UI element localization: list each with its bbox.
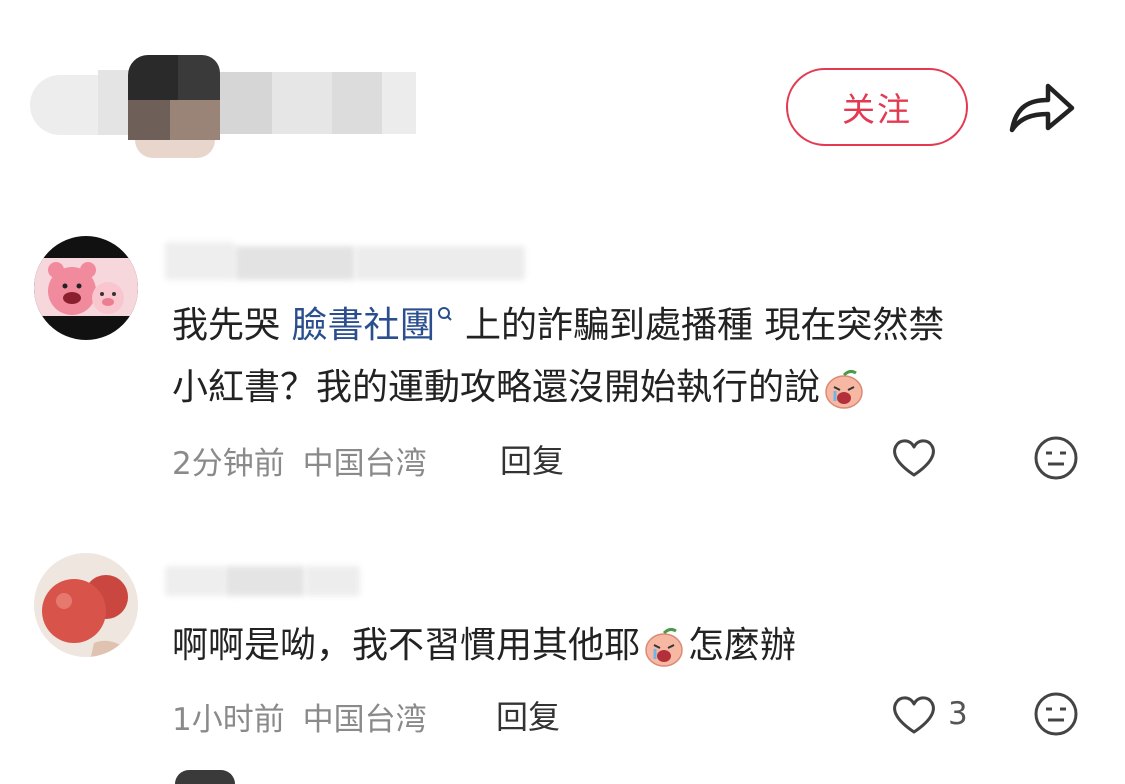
comment-time: 2分钟前 bbox=[172, 446, 285, 482]
comment-text: 小紅書？我的運動攻略還沒開始執行的說 bbox=[172, 367, 821, 408]
reply-button[interactable]: 回复 bbox=[500, 436, 564, 482]
reply-button[interactable]: 回复 bbox=[496, 692, 560, 738]
crying-peach-emoji-icon bbox=[825, 369, 863, 409]
comment-location: 中国台湾 bbox=[302, 446, 427, 482]
comment-time: 1小时前 bbox=[172, 702, 285, 738]
comment-text-line-1: 啊啊是呦，我不習慣用其他耶 怎麼辦 bbox=[172, 624, 796, 669]
comment-text-line-1: 我先哭 臉書社團 上的詐騙到處播種 現在突然禁 bbox=[172, 304, 944, 348]
comment-text: 上的詐騙到處播種 現在突然禁 bbox=[464, 305, 945, 346]
pink-bear-avatar-icon bbox=[34, 258, 138, 316]
heart-icon[interactable] bbox=[890, 435, 938, 479]
heart-icon[interactable] bbox=[890, 692, 938, 736]
comment-avatar[interactable] bbox=[34, 236, 138, 340]
comment-meta: 1小时前 中国台湾 bbox=[172, 694, 427, 739]
next-comment-avatar-partial bbox=[175, 770, 235, 784]
comment-avatar[interactable] bbox=[34, 553, 138, 657]
follow-button[interactable]: 关注 bbox=[786, 68, 968, 146]
emoji-reaction-icon[interactable] bbox=[1032, 434, 1080, 482]
tomato-avatar-icon bbox=[34, 553, 138, 657]
hashtag-link-label: 臉書社團 bbox=[291, 305, 436, 346]
crying-peach-emoji-icon bbox=[645, 627, 683, 667]
comment-text: 我先哭 bbox=[172, 305, 281, 346]
share-arrow-icon[interactable] bbox=[1006, 76, 1076, 136]
search-icon bbox=[438, 307, 453, 321]
comment-meta: 2分钟前 中国台湾 bbox=[172, 438, 427, 483]
comment-location: 中国台湾 bbox=[302, 702, 427, 738]
like-count: 3 bbox=[948, 696, 968, 732]
emoji-reaction-icon[interactable] bbox=[1032, 690, 1080, 738]
comment-text: 啊啊是呦，我不習慣用其他耶 bbox=[172, 625, 641, 666]
comment-text: 怎麼辦 bbox=[688, 625, 797, 666]
comment-text-line-2: 小紅書？我的運動攻略還沒開始執行的說 bbox=[172, 366, 868, 411]
follow-button-label: 关注 bbox=[842, 90, 912, 129]
hashtag-link[interactable]: 臉書社團 bbox=[291, 305, 464, 346]
